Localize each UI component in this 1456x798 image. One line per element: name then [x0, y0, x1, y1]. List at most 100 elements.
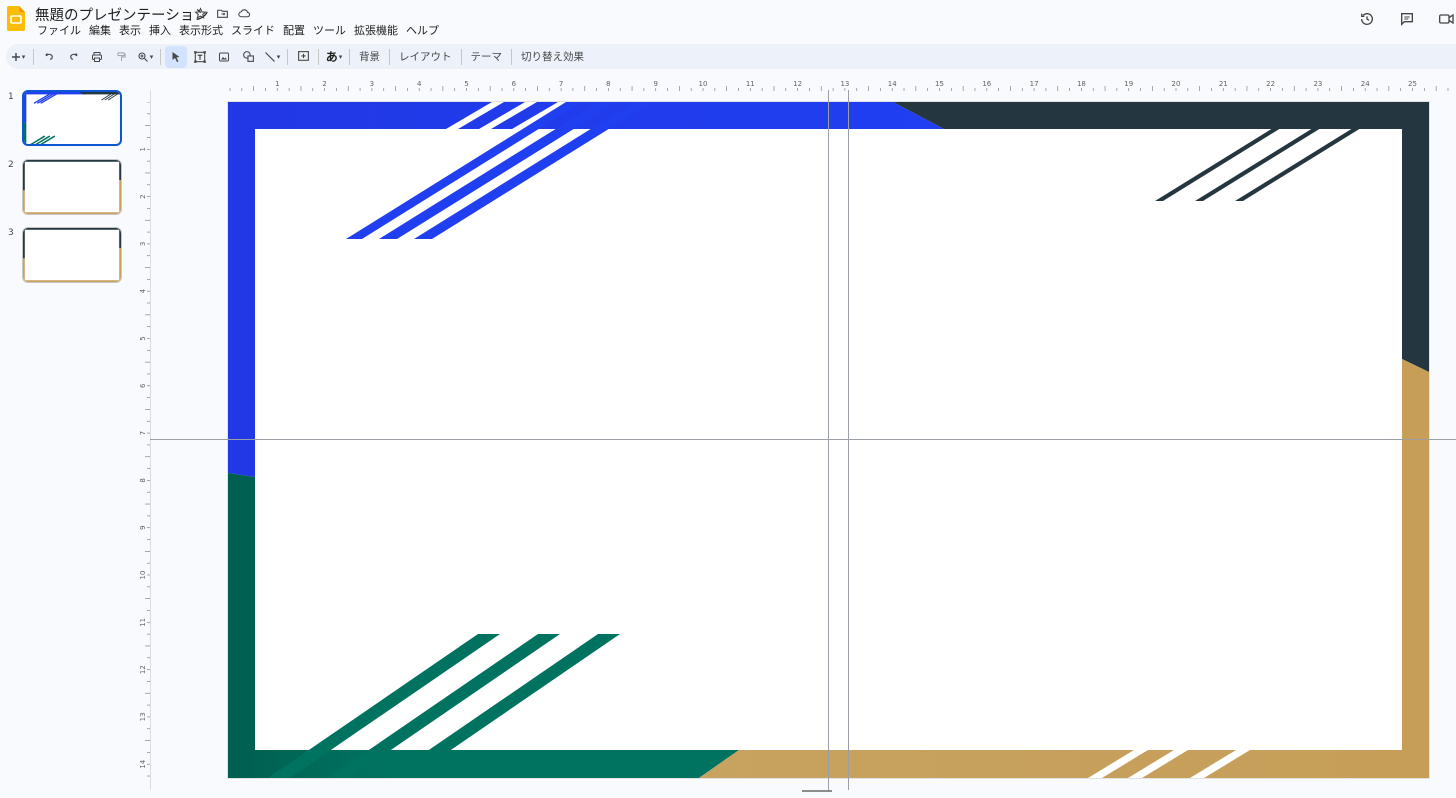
ruler-label: 17	[1030, 80, 1039, 88]
ruler-label: 10	[699, 80, 708, 88]
toolbar-divider	[389, 48, 390, 65]
menu-extensions[interactable]: 拡張機能	[350, 23, 402, 39]
ruler-label: 15	[935, 80, 944, 88]
ruler-label: 4	[139, 288, 147, 293]
ruler-label: 22	[1266, 80, 1275, 88]
move-to-folder-icon[interactable]	[215, 6, 229, 20]
add-comment-button[interactable]	[292, 46, 314, 68]
document-title[interactable]: 無題のプレゼンテーション	[35, 4, 209, 25]
menu-arrange[interactable]: 配置	[279, 23, 309, 39]
ruler-label: 21	[1219, 80, 1228, 88]
zoom-button[interactable]: ▾	[134, 46, 156, 68]
ruler-label: 16	[982, 80, 991, 88]
ruler-label: 19	[1124, 80, 1133, 88]
ruler-label: 3	[370, 80, 374, 88]
ruler-label: 13	[139, 712, 147, 721]
background-button[interactable]: 背景	[354, 46, 385, 68]
ruler-label: 6	[512, 80, 517, 88]
toolbar-divider	[318, 48, 319, 65]
ruler-label: 10	[139, 571, 147, 580]
menu-view[interactable]: 表示	[115, 23, 145, 39]
frame-green	[228, 473, 739, 778]
ruler-label: 12	[793, 80, 802, 88]
ruler-label: 2	[139, 194, 147, 198]
cloud-saved-icon[interactable]	[237, 6, 251, 20]
frame-blue	[228, 102, 944, 477]
star-icon[interactable]	[193, 6, 207, 20]
version-history-icon[interactable]	[1358, 10, 1376, 28]
frame-slate	[893, 102, 1429, 372]
ruler-label: 20	[1172, 80, 1181, 88]
horizontal-ruler: 1 2 3 4 5 6 7 8 9 10 11 12 13 14 15 16 17 18 19 20 21 22 23 24 2…	[229, 80, 1449, 91]
ruler-label: 9	[653, 80, 657, 88]
input-tools-label: あ	[325, 50, 338, 64]
line-button[interactable]: ▾	[261, 46, 283, 68]
ruler-label: 1	[275, 80, 279, 88]
chevron-down-icon: ▾	[21, 52, 26, 61]
ruler-label: 11	[139, 618, 147, 627]
theme-button[interactable]: テーマ	[466, 46, 508, 68]
menu-format[interactable]: 表示形式	[175, 23, 227, 39]
paint-format-button[interactable]	[110, 46, 132, 68]
layout-button[interactable]: レイアウト	[394, 46, 457, 68]
slide-number: 3	[8, 228, 14, 238]
guide-vertical[interactable]	[848, 90, 849, 790]
ruler-label: 8	[606, 80, 610, 88]
slides-logo-icon[interactable]	[7, 6, 25, 31]
ruler-label: 13	[840, 80, 849, 88]
top-bar: 無題のプレゼンテーション ファイル 編集 表示 挿入 表示形式 スライド 配置 …	[0, 0, 1456, 42]
ruler-label: 6	[139, 383, 147, 388]
chevron-down-icon: ▾	[276, 52, 281, 61]
ruler-label: 7	[559, 80, 563, 88]
toolbar-divider	[33, 48, 34, 65]
ruler-label: 1	[139, 147, 147, 151]
ruler-label: 24	[1361, 80, 1370, 88]
ruler-label: 4	[417, 80, 422, 88]
menu-help[interactable]: ヘルプ	[402, 23, 443, 39]
insert-image-button[interactable]	[213, 46, 235, 68]
meet-camera-icon[interactable]	[1438, 10, 1456, 28]
ruler-label: 23	[1313, 80, 1322, 88]
menu-slide[interactable]: スライド	[227, 23, 279, 39]
slide-filmstrip: 1 2 3	[0, 86, 135, 798]
ruler-label: 11	[746, 80, 755, 88]
ruler-label: 5	[464, 80, 468, 88]
undo-button[interactable]	[38, 46, 60, 68]
ruler-label: 14	[888, 80, 897, 88]
select-tool-button[interactable]	[165, 45, 187, 68]
ruler-label: 7	[139, 431, 147, 435]
new-slide-button[interactable]: ▾	[7, 46, 29, 68]
toolbar-divider	[349, 48, 350, 65]
ruler-label: 3	[139, 242, 147, 246]
menu-insert[interactable]: 挿入	[145, 23, 175, 39]
toolbar-divider	[460, 48, 462, 65]
menu-tools[interactable]: ツール	[309, 23, 350, 39]
slide-thumbnail-2[interactable]	[22, 159, 122, 215]
frame-gold	[699, 359, 1429, 778]
slide-thumbnail-3[interactable]	[22, 227, 122, 283]
comments-icon[interactable]	[1398, 10, 1416, 28]
ruler-label: 8	[139, 478, 147, 482]
redo-button[interactable]	[62, 46, 84, 68]
chevron-down-icon: ▾	[149, 52, 154, 61]
ruler-label: 14	[139, 759, 147, 768]
ruler-label: 2	[322, 80, 326, 88]
chevron-down-icon: ▾	[338, 52, 343, 61]
guide-vertical[interactable]	[828, 90, 829, 790]
guide-horizontal[interactable]	[150, 439, 1456, 440]
ruler-label: 12	[139, 665, 147, 674]
vertical-ruler: 1234567891011121314	[139, 102, 150, 777]
speaker-notes-handle[interactable]	[802, 790, 832, 792]
slide-number: 2	[8, 160, 14, 170]
menu-edit[interactable]: 編集	[85, 23, 115, 39]
ruler-label: 18	[1077, 80, 1086, 88]
input-tools-button[interactable]: あ ▾	[323, 46, 345, 68]
toolbar-divider	[287, 48, 288, 65]
transition-button[interactable]: 切り替え効果	[516, 46, 589, 68]
text-box-button[interactable]	[189, 46, 211, 68]
menu-file[interactable]: ファイル	[33, 23, 85, 39]
print-button[interactable]	[86, 46, 108, 68]
ruler-label: 9	[139, 525, 147, 529]
shape-button[interactable]	[237, 46, 259, 68]
slide-thumbnail-1[interactable]	[22, 90, 122, 146]
